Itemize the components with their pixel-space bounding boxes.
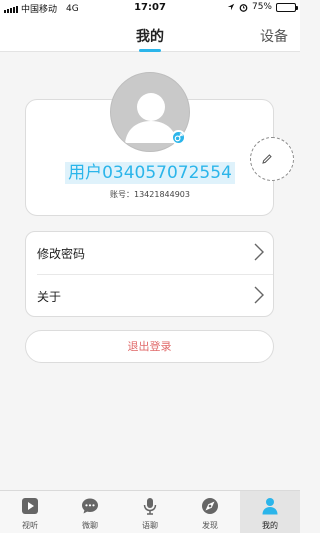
play-icon [22,498,38,514]
tab-faxian[interactable]: 发现 [180,491,240,533]
account-label: 账号： [110,190,134,199]
tab-shiting[interactable]: 视听 [0,491,60,533]
microphone-icon [143,498,157,515]
tab-label: 语聊 [142,521,158,530]
menu-item-label: 关于 [37,290,62,304]
title-underline [139,49,161,52]
tab-label: 微聊 [82,521,98,530]
device-button[interactable]: 设备 [260,26,288,46]
account-number: 13421844903 [134,190,190,199]
person-icon [262,498,278,515]
tab-bar: 视听 微聊 语聊 发现 我的 [0,490,300,533]
status-right: 75% [227,2,298,12]
chevron-right-icon [254,286,264,304]
menu-item-about[interactable]: 关于 [26,275,275,317]
nav-header: 我的 设备 [0,16,300,52]
menu-item-change-password[interactable]: 修改密码 [26,232,275,274]
account-line: 账号：13421844903 [0,189,300,200]
settings-menu: 修改密码 关于 [25,231,274,317]
chat-icon [82,498,98,514]
location-icon [227,3,235,11]
alarm-icon [239,3,248,12]
tab-label: 视听 [22,521,38,530]
username-text: 用户034057072554 [65,162,235,184]
status-bar: 中国移动 4G 17:07 75% [0,0,300,16]
battery-icon [276,2,298,12]
chevron-right-icon [254,243,264,261]
male-gender-icon [171,130,186,145]
tab-label: 我的 [262,521,278,530]
tab-label: 发现 [202,521,218,530]
tab-wode[interactable]: 我的 [240,491,300,533]
battery-percent: 75% [251,2,272,12]
username: 用户034057072554 [0,162,300,184]
page-title: 我的 [136,29,164,45]
menu-item-label: 修改密码 [37,247,86,261]
tab-yuliao[interactable]: 语聊 [120,491,180,533]
discover-icon [202,498,218,514]
tab-weiliao[interactable]: 微聊 [60,491,120,533]
logout-button[interactable]: 退出登录 [25,330,274,363]
